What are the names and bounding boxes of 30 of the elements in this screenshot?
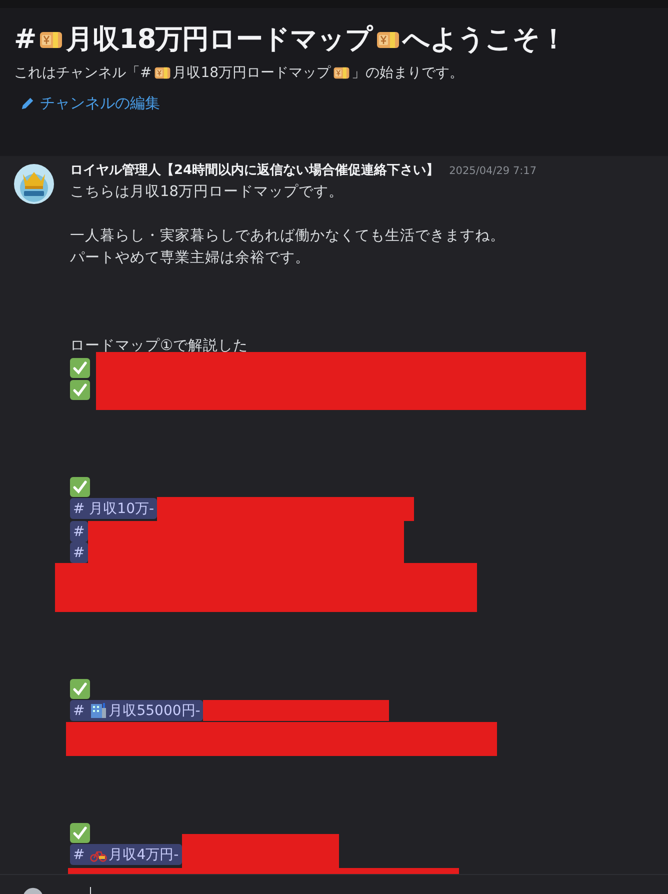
message-text: こちらは月収18万円ロードマップです。 xyxy=(70,182,344,202)
check-mark-icon xyxy=(70,380,90,400)
banknote-icon xyxy=(332,66,350,80)
pencil-icon xyxy=(20,96,35,111)
edit-channel-link[interactable]: チャンネルの編集 xyxy=(20,94,160,113)
channel-intro-text: これはチャンネル「# xyxy=(14,64,152,82)
channel-intro-text: 」の始まりです。 xyxy=(352,64,464,82)
check-mark-icon xyxy=(70,823,90,843)
message-text: パートやめて専業主婦は余裕です。 xyxy=(70,248,310,268)
check-mark-icon xyxy=(70,358,90,378)
message-text: ロードマップ①で解説した xyxy=(70,336,248,356)
check-mark-icon xyxy=(70,477,90,497)
channel-welcome-title: # xyxy=(14,23,36,57)
avatar-icon[interactable] xyxy=(14,164,54,204)
channel-mention[interactable]: # 月収4万円- xyxy=(70,844,182,865)
channel-mention[interactable]: # 月収10万- xyxy=(70,498,158,519)
channel-welcome-title: へようこそ！ xyxy=(402,23,567,57)
channel-mention[interactable]: # xyxy=(70,521,88,542)
message-text: 一人暮らし・実家暮らしであれば働かなくても生活できますね。 xyxy=(70,226,505,246)
channel-intro-text: 月収18万円ロードマップ xyxy=(172,64,331,82)
banknote-icon xyxy=(154,66,171,80)
building-icon xyxy=(90,702,107,719)
message-timestamp: 2025/04/29 7:17 xyxy=(449,165,537,177)
check-mark-icon xyxy=(70,679,90,699)
banknote-icon xyxy=(376,30,400,50)
banknote-icon xyxy=(39,30,64,50)
channel-welcome-title: 月収18万円ロードマップ xyxy=(66,23,373,57)
channel-mention[interactable]: # xyxy=(70,542,88,563)
channel-mention[interactable]: # 月収55000円- xyxy=(70,700,204,721)
author-name[interactable]: ロイヤル管理人【24時間以内に返信ない場合催促連絡下さい】 xyxy=(70,161,440,179)
